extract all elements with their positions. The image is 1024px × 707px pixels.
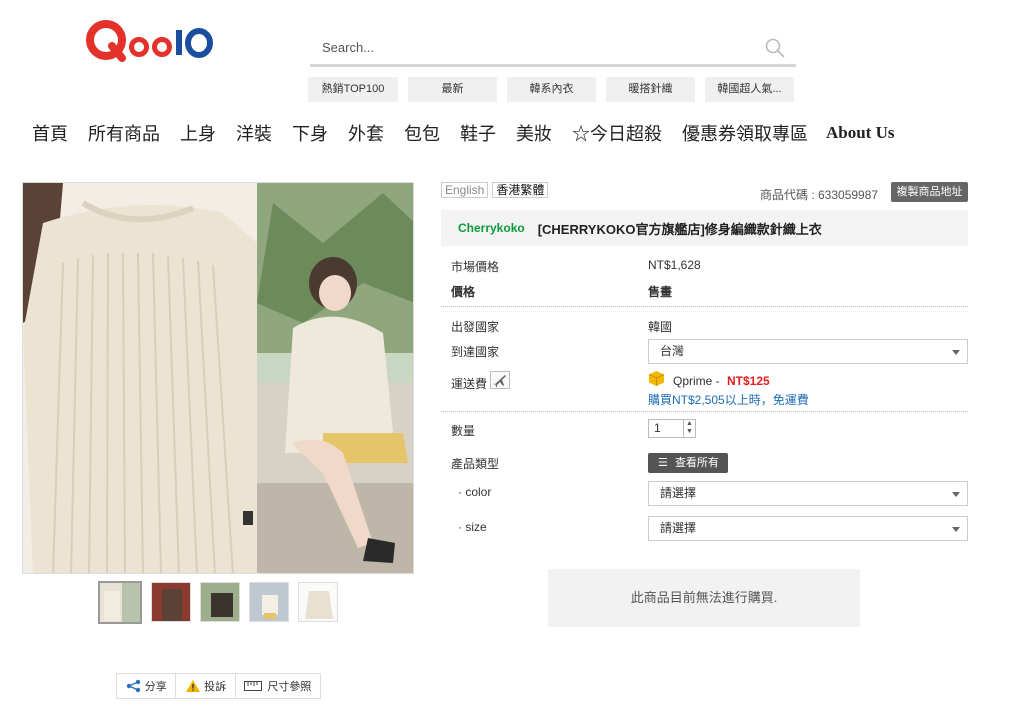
nav-outerwear[interactable]: 外套: [348, 120, 384, 146]
destination-value: 台灣: [660, 344, 685, 358]
price-label: 價格: [451, 285, 476, 299]
nav-coupons[interactable]: 優惠券領取專區: [682, 120, 808, 146]
warning-icon: [186, 680, 201, 692]
color-label: · color: [458, 485, 492, 499]
thumbnail[interactable]: [298, 582, 338, 622]
list-icon: ☰: [658, 457, 668, 469]
lang-traditional-chinese[interactable]: 香港繁體: [492, 182, 549, 198]
size-guide-button[interactable]: 尺寸參照: [236, 674, 320, 698]
nav-about-us[interactable]: About Us: [826, 123, 895, 143]
nav-dresses[interactable]: 洋裝: [236, 120, 272, 146]
quantity-value: 1: [654, 421, 661, 435]
report-label: 投訴: [204, 681, 227, 693]
package-icon: [648, 371, 665, 386]
product-type-label: 產品類型: [451, 457, 500, 471]
search-icon[interactable]: [764, 37, 786, 59]
airplane-icon[interactable]: [490, 371, 510, 389]
shipping-price: NT$125: [727, 374, 770, 388]
destination-label: 到達國家: [451, 345, 500, 359]
nav-daily-deal[interactable]: ☆今日超殺: [572, 120, 662, 146]
nav-shoes[interactable]: 鞋子: [460, 120, 496, 146]
qoo10-logo[interactable]: [84, 16, 216, 66]
category-nav: 首頁 所有商品 上身 洋裝 下身 外套 包包 鞋子 美妝 ☆今日超殺 優惠券領取…: [32, 118, 915, 148]
quantity-spinner[interactable]: ▲ ▼: [683, 420, 695, 437]
chevron-down-icon: [952, 350, 960, 355]
size-guide-label: 尺寸參照: [267, 681, 312, 693]
size-select[interactable]: 請選擇: [648, 516, 968, 541]
copy-url-button[interactable]: 複製商品地址: [891, 182, 968, 202]
keyword-top100[interactable]: 熱銷TOP100: [308, 77, 398, 102]
page: 熱銷TOP100 最新 韓系內衣 暖搭針織 韓國超人氣... 首頁 所有商品 上…: [0, 0, 1024, 707]
search-bar: [310, 31, 796, 67]
product-title-bar: Cherrykoko [CHERRYKOKO官方旗艦店]修身編織款針織上衣: [441, 210, 968, 246]
view-all-button[interactable]: ☰ 查看所有: [648, 453, 728, 473]
divider: [441, 306, 968, 307]
nav-beauty[interactable]: 美妝: [516, 120, 552, 146]
search-input[interactable]: [310, 31, 750, 63]
color-value: 請選擇: [660, 486, 697, 500]
destination-select[interactable]: 台灣: [648, 339, 968, 364]
price-value: 售畫: [648, 285, 673, 299]
chevron-down-icon: [952, 527, 960, 532]
keyword-korean-popular[interactable]: 韓國超人氣...: [705, 77, 794, 102]
report-button[interactable]: 投訴: [176, 674, 236, 698]
origin-label: 出發國家: [451, 320, 500, 334]
keyword-newest[interactable]: 最新: [408, 77, 497, 102]
lang-english[interactable]: English: [441, 182, 489, 198]
market-price: NT$1,628: [648, 258, 701, 272]
nav-all-products[interactable]: 所有商品: [88, 120, 160, 146]
shipping-option: Qprime - NT$125: [673, 374, 770, 388]
shipping-service: Qprime -: [673, 374, 724, 388]
share-button[interactable]: 分享: [117, 674, 177, 698]
product-title: [CHERRYKOKO官方旗艦店]修身編織款針織上衣: [537, 221, 822, 237]
nav-home[interactable]: 首頁: [32, 120, 68, 146]
thumbnail[interactable]: [151, 582, 191, 622]
unavailable-notice: 此商品目前無法進行購買.: [548, 569, 860, 627]
size-label: · size: [458, 520, 487, 534]
ruler-icon: [244, 681, 263, 691]
size-value: 請選擇: [660, 521, 697, 535]
product-code: 商品代碼 : 633059987: [760, 188, 879, 202]
chevron-down-icon: [952, 492, 960, 497]
seller-link[interactable]: Cherrykoko: [458, 221, 525, 235]
keyword-korean-lingerie[interactable]: 韓系內衣: [507, 77, 596, 102]
thumbnail[interactable]: [98, 581, 142, 624]
quantity-stepper[interactable]: 1 ▲ ▼: [648, 419, 696, 438]
nav-bags[interactable]: 包包: [404, 120, 440, 146]
nav-bottoms[interactable]: 下身: [292, 120, 328, 146]
nav-tops[interactable]: 上身: [180, 120, 216, 146]
free-shipping-note: 購買NT$2,505以上時，免運費: [648, 393, 809, 407]
quantity-label: 數量: [451, 424, 476, 438]
divider: [441, 411, 968, 412]
share-label: 分享: [144, 681, 167, 693]
share-bar: 分享 投訴 尺寸參照: [116, 673, 321, 699]
color-select[interactable]: 請選擇: [648, 481, 968, 506]
market-price-label: 市場價格: [451, 260, 500, 274]
origin-value: 韓國: [648, 320, 673, 334]
shipping-label: 運送費: [451, 377, 488, 391]
share-icon: [126, 679, 140, 693]
thumbnail[interactable]: [200, 582, 240, 622]
language-switch: English 香港繁體: [441, 182, 549, 198]
thumbnail[interactable]: [249, 582, 289, 622]
thumbnail-strip: [98, 581, 347, 624]
keyword-knit[interactable]: 暖搭針織: [606, 77, 695, 102]
product-main-image[interactable]: [22, 182, 414, 574]
view-all-label: 查看所有: [674, 457, 719, 469]
